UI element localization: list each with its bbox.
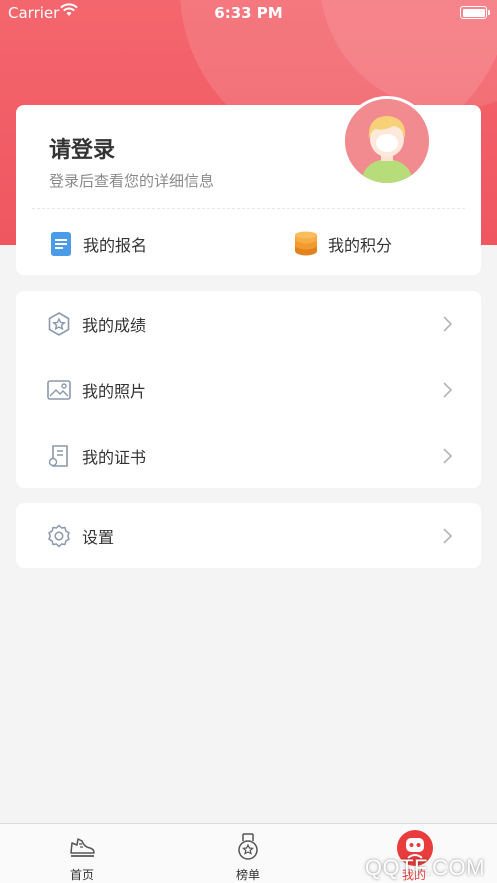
chevron-right-icon bbox=[443, 381, 457, 398]
menu-item-certificates[interactable]: 我的证书 bbox=[16, 423, 481, 488]
menu-label: 设置 bbox=[82, 527, 115, 547]
my-signup-label: 我的报名 bbox=[83, 236, 148, 255]
tab-label: 首页 bbox=[69, 868, 94, 882]
star-badge-icon bbox=[47, 311, 71, 336]
my-points-label: 我的积分 bbox=[328, 236, 393, 255]
battery-icon bbox=[460, 6, 490, 19]
tab-ranking[interactable]: 榜单 bbox=[188, 824, 308, 883]
tab-home[interactable]: 首页 bbox=[22, 824, 142, 883]
menu-label: 我的成绩 bbox=[82, 315, 147, 335]
my-signup-button[interactable]: 我的报名 bbox=[49, 229, 147, 259]
avatar[interactable] bbox=[342, 96, 432, 186]
divider bbox=[32, 208, 465, 209]
default-avatar-icon bbox=[345, 99, 429, 183]
menu-card: 我的成绩 我的照片 我的证书 bbox=[16, 291, 481, 488]
menu-label: 我的照片 bbox=[82, 381, 147, 401]
settings-card: 设置 bbox=[16, 503, 481, 568]
status-bar: Carrier 6:33 PM bbox=[0, 0, 497, 26]
my-points-button[interactable]: 我的积分 bbox=[294, 229, 392, 259]
watermark: QQTF.COM bbox=[364, 855, 485, 880]
menu-item-settings[interactable]: 设置 bbox=[16, 503, 481, 568]
menu-item-scores[interactable]: 我的成绩 bbox=[16, 291, 481, 356]
gear-icon bbox=[47, 524, 71, 548]
profile-card: 请登录 登录后查看您的详细信息 我的报名 我的积分 bbox=[16, 96, 481, 275]
login-subtitle: 登录后查看您的详细信息 bbox=[49, 172, 215, 190]
menu-item-photos[interactable]: 我的照片 bbox=[16, 357, 481, 422]
medal-icon bbox=[230, 832, 266, 862]
sneaker-icon bbox=[64, 832, 100, 862]
chevron-right-icon bbox=[443, 315, 457, 332]
certificate-icon bbox=[47, 444, 71, 468]
chevron-right-icon bbox=[443, 447, 457, 464]
chevron-right-icon bbox=[443, 527, 457, 544]
menu-label: 我的证书 bbox=[82, 447, 147, 467]
document-icon bbox=[49, 231, 73, 257]
coins-icon bbox=[294, 231, 318, 257]
photo-icon bbox=[47, 378, 71, 402]
login-prompt[interactable]: 请登录 bbox=[49, 132, 115, 164]
clock: 6:33 PM bbox=[214, 4, 283, 22]
tab-label: 榜单 bbox=[235, 868, 260, 882]
